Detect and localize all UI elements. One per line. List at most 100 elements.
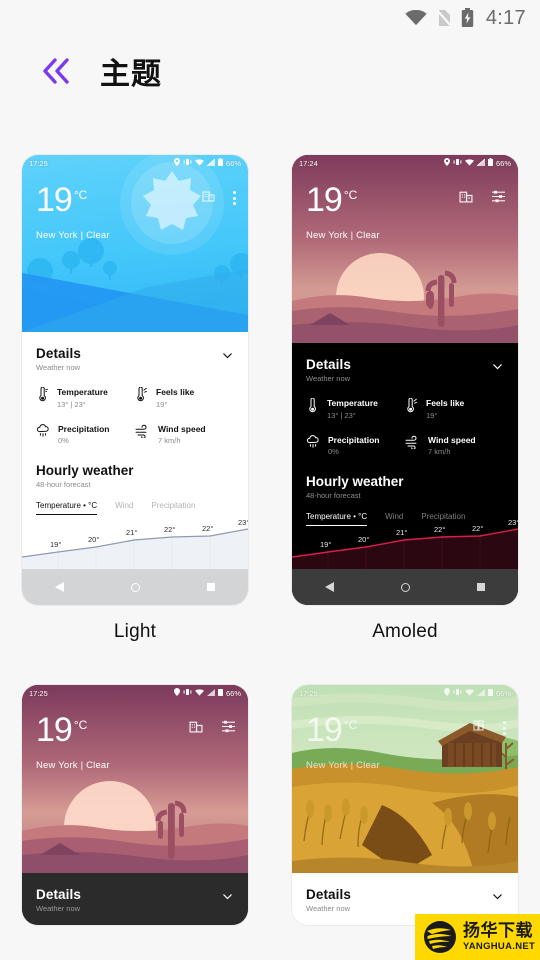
preview-hero-icons-dark [189, 719, 236, 738]
thermometer-icon [309, 398, 316, 413]
details-row: Temperature 13° | 23° Feels like 19° [306, 398, 504, 420]
preview-nav-bar-amoled [292, 569, 518, 605]
location-icon [173, 158, 180, 168]
preview-mini-status-farm: 17:25 66% [292, 685, 518, 701]
recents-square-icon[interactable] [476, 583, 485, 591]
theme-preview-light[interactable]: 17:25 66% 19 °C New York | Clear Details… [22, 155, 248, 605]
details-row: Temperature 13° | 23° Feels like 19° [36, 387, 234, 409]
detail-value: 7 km/h [428, 447, 451, 457]
location-icon [173, 688, 180, 698]
list-icon[interactable] [221, 720, 236, 738]
theme-preview-farm[interactable]: 17:25 66% 19 °C New York | Clear Details… [292, 685, 518, 925]
theme-caption-light: Light [113, 621, 157, 642]
overflow-menu-icon[interactable] [503, 721, 506, 735]
preview-battery-percent: 66% [495, 158, 511, 168]
svg-text:22°: 22° [434, 525, 445, 534]
hourly-title: Hourly weather [36, 463, 134, 479]
page-title: 主题 [100, 58, 162, 91]
theme-option-light[interactable]: 17:25 66% 19 °C New York | Clear Details… [22, 155, 248, 643]
chevron-down-icon[interactable] [221, 890, 234, 903]
detail-label: Feels like [156, 387, 195, 397]
preview-temperature: 19 °C [306, 181, 358, 219]
chevron-down-icon[interactable] [491, 360, 504, 373]
system-status-bar: 4:17 [0, 0, 540, 36]
watermark-badge: 扬华下载 YANGHUA.NET [415, 914, 540, 960]
city-icon[interactable] [202, 189, 215, 207]
preview-hero-icons-amoled [459, 189, 506, 208]
detail-label: Feels like [426, 398, 465, 408]
details-rows: Temperature 13° | 23° Feels like 19° Preci… [306, 398, 504, 456]
battery-icon [487, 688, 493, 698]
details-subtitle: Weather now [306, 904, 351, 913]
battery-icon [217, 688, 223, 698]
city-icon[interactable] [459, 189, 473, 208]
list-icon[interactable] [491, 190, 506, 208]
svg-text:22°: 22° [164, 525, 175, 534]
vibrate-icon [183, 688, 192, 698]
theme-option-dark[interactable]: 17:25 66% 19 °C New York | Clear Details… [22, 685, 248, 941]
preview-mini-status-amoled: 17:24 66% [292, 155, 518, 171]
preview-location: New York | Clear [36, 230, 110, 241]
feels-like-icon [137, 387, 147, 402]
preview-battery-percent: 66% [225, 688, 241, 698]
signal-icon [206, 158, 216, 168]
wind-icon [405, 435, 417, 449]
status-bar-clock: 4:17 [485, 6, 526, 29]
detail-label: Wind speed [428, 434, 476, 445]
preview-clock: 17:24 [299, 158, 318, 168]
detail-label: Precipitation [58, 423, 110, 434]
wifi-icon [464, 688, 474, 698]
svg-text:21°: 21° [396, 528, 407, 537]
preview-location: New York | Clear [306, 760, 380, 771]
hourly-subtitle: 48-hour forecast [36, 480, 91, 490]
preview-battery-percent: 66% [495, 688, 511, 698]
details-title: Details [36, 346, 81, 361]
detail-label: Wind speed [158, 423, 206, 434]
details-title: Details [36, 887, 81, 902]
theme-preview-dark[interactable]: 17:25 66% 19 °C New York | Clear Details… [22, 685, 248, 925]
chevron-down-icon[interactable] [491, 890, 504, 903]
svg-text:21°: 21° [126, 528, 137, 537]
vibrate-icon [453, 158, 462, 168]
detail-wind-speed: Wind speed 7 km/h [405, 434, 504, 457]
city-icon[interactable] [472, 719, 485, 737]
preview-hero-text-light: 19 °C New York | Clear [36, 183, 110, 241]
preview-temperature: 19 °C [36, 181, 88, 219]
overflow-menu-icon[interactable] [233, 191, 236, 205]
wind-icon [135, 424, 147, 438]
detail-label: Temperature [327, 398, 378, 408]
battery-icon [217, 158, 223, 168]
location-icon [443, 688, 450, 698]
battery-icon [487, 158, 493, 168]
detail-value: 0% [328, 447, 339, 457]
detail-precipitation: Precipitation 0% [306, 435, 405, 457]
preview-clock: 17:25 [299, 688, 318, 698]
svg-text:19°: 19° [50, 540, 61, 549]
back-triangle-icon[interactable] [325, 582, 335, 592]
recents-square-icon[interactable] [206, 583, 215, 591]
preview-hero-text-farm: 19 °C New York | Clear [306, 713, 380, 771]
back-button[interactable] [34, 49, 78, 93]
details-rows: Temperature 13° | 23° Feels like 19° Preci… [36, 387, 234, 445]
signal-icon [476, 688, 485, 698]
svg-text:23°: 23° [238, 518, 248, 527]
sim-off-icon [435, 9, 452, 27]
preview-mini-status-light: 17:25 66% [22, 155, 248, 171]
theme-preview-amoled[interactable]: 17:24 66% 19 °C New York | Clear Details… [292, 155, 518, 605]
city-icon[interactable] [189, 719, 203, 738]
preview-clock: 17:25 [29, 158, 48, 168]
chevron-down-icon[interactable] [221, 349, 234, 362]
detail-temperature: Temperature 13° | 23° [306, 398, 405, 420]
preview-clock: 17:25 [29, 688, 48, 698]
home-circle-icon[interactable] [400, 582, 410, 592]
preview-panel-dark: Details Weather now Temperature13° | 23° [22, 873, 248, 925]
wifi-icon [194, 158, 204, 168]
details-subtitle: Weather now [36, 363, 81, 372]
theme-option-farm[interactable]: 17:25 66% 19 °C New York | Clear Details… [292, 685, 518, 941]
back-triangle-icon[interactable] [55, 582, 65, 592]
theme-grid: 17:25 66% 19 °C New York | Clear Details… [0, 128, 540, 941]
preview-hero-icons-farm [472, 719, 506, 737]
theme-option-amoled[interactable]: 17:24 66% 19 °C New York | Clear Details… [292, 155, 518, 643]
home-circle-icon[interactable] [130, 582, 140, 592]
detail-value: 13° | 23° [57, 399, 86, 409]
